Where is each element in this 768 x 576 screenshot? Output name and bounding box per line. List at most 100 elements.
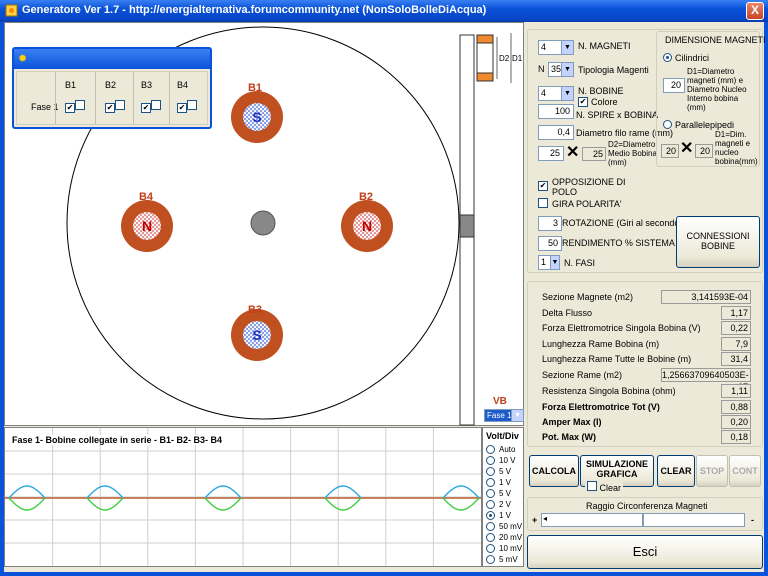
spire-input[interactable]: 100 xyxy=(538,104,574,119)
colore-checkbox[interactable]: ✔ xyxy=(578,97,588,107)
raggio-label: Raggio Circonferenza Magneti xyxy=(586,501,708,511)
voltdiv-option[interactable]: 5 V xyxy=(486,488,511,499)
window-border-right xyxy=(764,22,768,576)
raggio-thumb[interactable] xyxy=(642,514,644,526)
voltdiv-option-label: 1 V xyxy=(499,478,512,487)
b2-checks[interactable]: ✔ xyxy=(105,100,125,113)
chevron-down-icon: ▼ xyxy=(550,256,559,269)
d2-readonly: 25 xyxy=(582,147,606,161)
voltdiv-radio[interactable] xyxy=(486,489,495,499)
clear-check-wrap[interactable]: Clear xyxy=(585,481,624,493)
result-label: Pot. Max (W) xyxy=(542,432,596,442)
dimensione-title: DIMENSIONE MAGNETI xyxy=(665,35,766,45)
result-label: Sezione Magnete (m2) xyxy=(542,292,634,302)
voltdiv-option[interactable]: 10 mV xyxy=(486,543,522,554)
window-title: Generatore Ver 1.7 - http://energialtern… xyxy=(22,4,487,16)
voltdiv-option[interactable]: 2 V xyxy=(486,499,511,510)
voltdiv-option-label: 5 mV xyxy=(499,555,518,564)
minus-button[interactable]: - xyxy=(751,515,754,525)
voltdiv-radio[interactable] xyxy=(486,533,495,543)
result-label: Resistenza Singola Bobina (ohm) xyxy=(542,386,676,396)
voltdiv-option[interactable]: 1 V xyxy=(486,477,512,488)
close-button[interactable]: X xyxy=(746,2,764,20)
voltdiv-radio[interactable] xyxy=(486,500,495,510)
voltdiv-radio[interactable] xyxy=(486,511,495,521)
b3-checks[interactable]: ✔ xyxy=(141,100,161,113)
esci-button[interactable]: Esci xyxy=(527,535,763,569)
paral-a-input[interactable]: 20 xyxy=(661,144,679,158)
calcola-button[interactable]: CALCOLA xyxy=(529,455,579,487)
result-value: 3,141593E-04 xyxy=(661,290,751,304)
gira-label: GIRA POLARITA' xyxy=(552,199,622,209)
chevron-down-icon: ▼ xyxy=(561,41,573,54)
opposizione-checkbox[interactable]: ✔ xyxy=(538,181,548,191)
voltdiv-option-label: 5 V xyxy=(499,467,512,476)
scope-wave-green xyxy=(86,497,124,511)
n-magneti-label: N. MAGNETI xyxy=(578,41,631,51)
d1-label: D1 xyxy=(512,54,523,63)
voltdiv-option[interactable]: 5 mV xyxy=(486,554,518,565)
cont-button[interactable]: CONT xyxy=(729,455,761,487)
paral-b-input[interactable]: 20 xyxy=(695,144,713,158)
stop-button[interactable]: STOP xyxy=(696,455,728,487)
voltdiv-radio[interactable] xyxy=(486,467,495,477)
svg-text:B2: B2 xyxy=(359,191,373,203)
result-value: 1,17 xyxy=(721,306,751,320)
fasi-select[interactable]: 1 ▼ xyxy=(538,255,560,270)
voltdiv-option[interactable]: 10 V xyxy=(486,455,515,466)
voltdiv-option[interactable]: Auto xyxy=(486,444,516,455)
chevron-down-icon: ▼ xyxy=(561,87,573,100)
result-value: 31,4 xyxy=(721,352,751,366)
col-b4: B4 xyxy=(177,80,189,90)
result-value: 0,18 xyxy=(721,430,751,444)
scope-wave-blue xyxy=(442,485,480,499)
oscilloscope: Fase 1- Bobine collegate in serie - B1- … xyxy=(4,427,482,567)
filo-input[interactable]: 0,4 xyxy=(538,125,574,140)
voltdiv-radio[interactable] xyxy=(486,555,495,565)
col-b3: B3 xyxy=(141,80,153,90)
b4-checks[interactable]: ✔ xyxy=(177,100,197,113)
scope-wave-blue xyxy=(204,485,242,499)
scope-title: Fase 1- Bobine collegate in serie - B1- … xyxy=(12,435,223,445)
n-bobine-select[interactable]: 4 ▼ xyxy=(538,86,574,101)
b1-checks[interactable]: ✔ xyxy=(65,100,85,113)
phase-select[interactable]: Fase 1 ▼ xyxy=(484,409,524,422)
voltdiv-option[interactable]: 1 V xyxy=(486,510,511,521)
voltdiv-radio[interactable] xyxy=(486,478,495,488)
n-magneti-select[interactable]: 4 ▼ xyxy=(538,40,574,55)
raggio-slider[interactable]: ◂ xyxy=(541,513,745,527)
clear-button[interactable]: CLEAR xyxy=(657,455,695,487)
rendimento-input[interactable]: 50 xyxy=(538,236,562,251)
voltdiv-option-label: 50 mV xyxy=(499,522,523,531)
phase-box-titlebar[interactable]: ✹ xyxy=(14,49,210,69)
voltdiv-option-label: Auto xyxy=(499,445,516,454)
paral-radio[interactable] xyxy=(663,120,672,129)
gira-checkbox[interactable] xyxy=(538,198,548,208)
connessioni-button[interactable]: CONNESSIONI BOBINE xyxy=(676,216,760,268)
cilindrici-input[interactable]: 20 xyxy=(663,78,685,93)
voltdiv-option[interactable]: 50 mV xyxy=(486,521,523,532)
colore-label: Colore xyxy=(591,97,618,107)
voltdiv-option[interactable]: 5 V xyxy=(486,466,512,477)
clear-checkbox[interactable] xyxy=(587,481,597,491)
cilindrici-radio[interactable] xyxy=(663,53,672,62)
voltdiv-radio[interactable] xyxy=(486,544,495,554)
d2-input[interactable]: 25 xyxy=(538,146,564,161)
svg-text:N: N xyxy=(362,218,372,234)
tipologia-select[interactable]: 35 ▼ xyxy=(548,62,574,77)
title-bar[interactable]: Generatore Ver 1.7 - http://energialtern… xyxy=(0,0,768,22)
voltdiv-radio[interactable] xyxy=(486,456,495,466)
vb-label: VB xyxy=(493,396,507,407)
chevron-down-icon: ▼ xyxy=(561,63,573,76)
phase-box[interactable]: ✹ Fase 1 B1 B2 B3 B4 ✔ ✔ ✔ ✔ xyxy=(12,47,212,129)
rotazione-input[interactable]: 3 xyxy=(538,216,562,231)
result-label: Delta Flusso xyxy=(542,308,593,318)
window-border-bottom xyxy=(0,572,768,576)
voltdiv-option[interactable]: 20 mV xyxy=(486,532,522,543)
plus-button[interactable]: + xyxy=(532,515,537,525)
tipologia-label: Tipologia Magenti xyxy=(578,65,649,75)
voltdiv-radio[interactable] xyxy=(486,445,495,455)
voltdiv-radio[interactable] xyxy=(486,522,495,532)
result-label: Lunghezza Rame Bobina (m) xyxy=(542,339,660,349)
result-value: 1,25663709640503E-07 xyxy=(661,368,751,392)
